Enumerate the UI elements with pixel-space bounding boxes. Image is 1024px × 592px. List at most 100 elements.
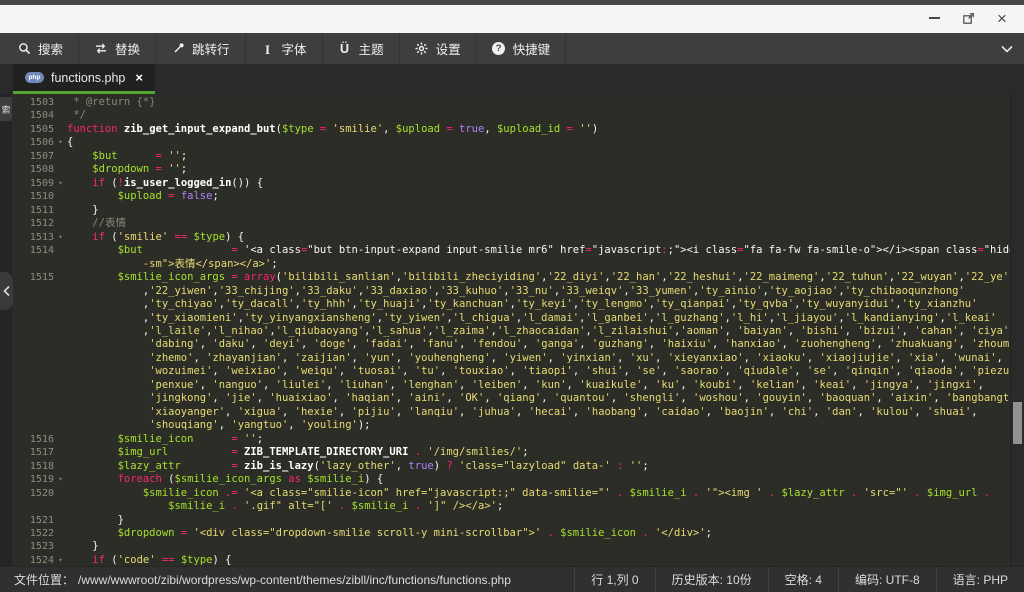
code-line-wrap[interactable]: ,'ty_chiyao','ty_dacall','ty_hhh','ty_hu… bbox=[12, 298, 1010, 311]
status-cursor-position[interactable]: 行 1,列 0 bbox=[574, 567, 654, 592]
goto-line-icon bbox=[171, 42, 185, 56]
tab-functions-php[interactable]: php functions.php × bbox=[13, 64, 155, 94]
code-line[interactable]: 1508 $dropdown = ''; bbox=[12, 163, 1010, 176]
replace-icon bbox=[94, 42, 108, 56]
code-line-wrap[interactable]: $smilie_i . '.gif" alt="[' . $smilie_i .… bbox=[12, 500, 1010, 513]
fold-gutter bbox=[54, 96, 67, 109]
code-line[interactable]: 1509▾ if (!is_user_logged_in()) { bbox=[12, 177, 1010, 190]
code-line[interactable]: 1507 $but = ''; bbox=[12, 150, 1010, 163]
code-line-wrap[interactable]: 'zhemo', 'zhayanjian', 'zaijian', 'yun',… bbox=[12, 352, 1010, 365]
status-encoding[interactable]: 编码: UTF-8 bbox=[838, 567, 936, 592]
code-line[interactable]: 1505function zib_get_input_expand_but($t… bbox=[12, 123, 1010, 136]
code-text: function zib_get_input_expand_but($type … bbox=[67, 123, 1010, 136]
line-number: 1524 bbox=[12, 554, 54, 566]
code-line-wrap[interactable]: ,'l_laile','l_nihao','l_qiubaoyang','l_s… bbox=[12, 325, 1010, 338]
line-number bbox=[12, 392, 54, 405]
vertical-scrollbar[interactable] bbox=[1010, 94, 1024, 566]
code-line-wrap[interactable]: 'wozuimei', 'weixiao', 'weiqu', 'tuosai'… bbox=[12, 365, 1010, 378]
code-line[interactable]: 1511 } bbox=[12, 204, 1010, 217]
fold-gutter bbox=[54, 271, 67, 284]
fold-marker-icon[interactable]: ▾ bbox=[54, 177, 67, 190]
code-line[interactable]: 1513▾ if ('smilie' == $type) { bbox=[12, 231, 1010, 244]
code-line[interactable]: 1510 $upload = false; bbox=[12, 190, 1010, 203]
tab-close-icon[interactable]: × bbox=[135, 70, 143, 85]
code-line-wrap[interactable]: 'xiaoyanger', 'xigua', 'hexie', 'pijiu',… bbox=[12, 406, 1010, 419]
fold-marker-icon[interactable]: ▾ bbox=[54, 473, 67, 486]
code-line[interactable]: 1503 * @return {*} bbox=[12, 96, 1010, 109]
line-number: 1517 bbox=[12, 446, 54, 459]
code-line[interactable]: 1519▾ foreach ($smilie_icon_args as $smi… bbox=[12, 473, 1010, 486]
line-number: 1506 bbox=[12, 136, 54, 149]
toolbar-button-settings[interactable]: 设置 bbox=[400, 33, 477, 64]
code-line[interactable]: 1514 $but = '<a class="but btn-input-exp… bbox=[12, 244, 1010, 257]
toolbar-button-hotkeys[interactable]: ?快捷键 bbox=[477, 33, 567, 64]
status-language[interactable]: 语言: PHP bbox=[936, 567, 1024, 592]
fold-gutter bbox=[54, 150, 67, 163]
code-line-wrap[interactable]: 'shouqiang', 'yangtuo', 'youling'); bbox=[12, 419, 1010, 432]
search-icon bbox=[17, 42, 31, 56]
code-line[interactable]: 1512 //表情 bbox=[12, 217, 1010, 230]
close-button[interactable]: × bbox=[990, 7, 1014, 29]
code-line-wrap[interactable]: ,'ty_xiaomieni','ty_yinyangxiansheng','t… bbox=[12, 312, 1010, 325]
fold-gutter bbox=[54, 527, 67, 540]
collapsed-panel-tab[interactable]: 索 bbox=[0, 97, 12, 121]
fold-gutter bbox=[54, 325, 67, 338]
fold-gutter bbox=[54, 163, 67, 176]
fold-marker-icon[interactable]: ▾ bbox=[54, 554, 67, 566]
file-path: /www/wwwroot/zibi/wordpress/wp-content/t… bbox=[78, 573, 511, 587]
fold-marker-icon[interactable]: ▾ bbox=[54, 231, 67, 244]
code-text: $smilie_icon = ''; bbox=[67, 433, 1010, 446]
code-line-wrap[interactable]: -sm">表情</span></a>'; bbox=[12, 258, 1010, 271]
code-line[interactable]: 1524▾ if ('code' == $type) { bbox=[12, 554, 1010, 566]
line-number: 1514 bbox=[12, 244, 54, 257]
code-line[interactable]: 1522 $dropdown = '<div class="dropdown-s… bbox=[12, 527, 1010, 540]
code-line-wrap[interactable]: 'jingkong', 'jie', 'huaixiao', 'haqian',… bbox=[12, 392, 1010, 405]
line-number: 1522 bbox=[12, 527, 54, 540]
toolbar-button-replace[interactable]: 替换 bbox=[79, 33, 156, 64]
line-number: 1523 bbox=[12, 540, 54, 553]
code-line[interactable]: 1518 $lazy_attr = zib_is_lazy('lazy_othe… bbox=[12, 460, 1010, 473]
toolbar-button-search[interactable]: 搜索 bbox=[2, 33, 79, 64]
line-number bbox=[12, 338, 54, 351]
line-number bbox=[12, 298, 54, 311]
toolbar-button-goto-line[interactable]: 跳转行 bbox=[156, 33, 246, 64]
minimize-icon bbox=[929, 17, 940, 19]
toolbar-button-label: 主题 bbox=[359, 39, 384, 58]
code-line[interactable]: 1506▾{ bbox=[12, 136, 1010, 149]
status-history-versions[interactable]: 历史版本: 10份 bbox=[655, 567, 768, 592]
code-editor-area[interactable]: 索 1503 * @return {*}1504 */1505function … bbox=[0, 94, 1024, 566]
code-text: } bbox=[67, 540, 1010, 553]
panel-collapse-button[interactable] bbox=[0, 272, 13, 310]
code-line-wrap[interactable]: 'penxue', 'nanguo', 'liulei', 'liuhan', … bbox=[12, 379, 1010, 392]
chevron-down-icon bbox=[1000, 43, 1014, 55]
code-text: 'wozuimei', 'weixiao', 'weiqu', 'tuosai'… bbox=[67, 365, 1010, 378]
line-number bbox=[12, 258, 54, 271]
status-bar: 文件位置： /www/wwwroot/zibi/wordpress/wp-con… bbox=[0, 566, 1024, 592]
status-spaces[interactable]: 空格: 4 bbox=[768, 567, 838, 592]
code-text: $upload = false; bbox=[67, 190, 1010, 203]
fold-gutter bbox=[54, 446, 67, 459]
fold-marker-icon[interactable]: ▾ bbox=[54, 136, 67, 149]
toolbar-button-theme[interactable]: Ü主题 bbox=[323, 33, 400, 64]
code-line[interactable]: 1520 $smilie_icon .= '<a class="smilie-i… bbox=[12, 487, 1010, 500]
toolbar-button-font[interactable]: I字体 bbox=[246, 33, 323, 64]
toolbar-expand-button[interactable] bbox=[990, 33, 1024, 64]
help-icon: ? bbox=[492, 42, 506, 56]
minimize-button[interactable] bbox=[922, 7, 946, 29]
code-line-wrap[interactable]: ,'22_yiwen','33_chijing','33_daku','33_d… bbox=[12, 285, 1010, 298]
code-line[interactable]: 1521 } bbox=[12, 514, 1010, 527]
gear-icon bbox=[415, 42, 429, 56]
code-text: ,'ty_xiaomieni','ty_yinyangxiansheng','t… bbox=[67, 312, 1010, 325]
code-line[interactable]: 1515 $smilie_icon_args = array('bilibili… bbox=[12, 271, 1010, 284]
toolbar-button-label: 替换 bbox=[115, 39, 140, 58]
title-bar: × bbox=[0, 0, 1024, 33]
code-line[interactable]: 1523 } bbox=[12, 540, 1010, 553]
scrollbar-thumb[interactable] bbox=[1013, 402, 1022, 444]
code-line-wrap[interactable]: 'dabing', 'daku', 'deyi', 'doge', 'fadai… bbox=[12, 338, 1010, 351]
code-line[interactable]: 1516 $smilie_icon = ''; bbox=[12, 433, 1010, 446]
code-text: if (!is_user_logged_in()) { bbox=[67, 177, 1010, 190]
code-line[interactable]: 1517 $img_url = ZIB_TEMPLATE_DIRECTORY_U… bbox=[12, 446, 1010, 459]
line-number bbox=[12, 365, 54, 378]
code-line[interactable]: 1504 */ bbox=[12, 109, 1010, 122]
restore-button[interactable] bbox=[956, 7, 980, 29]
